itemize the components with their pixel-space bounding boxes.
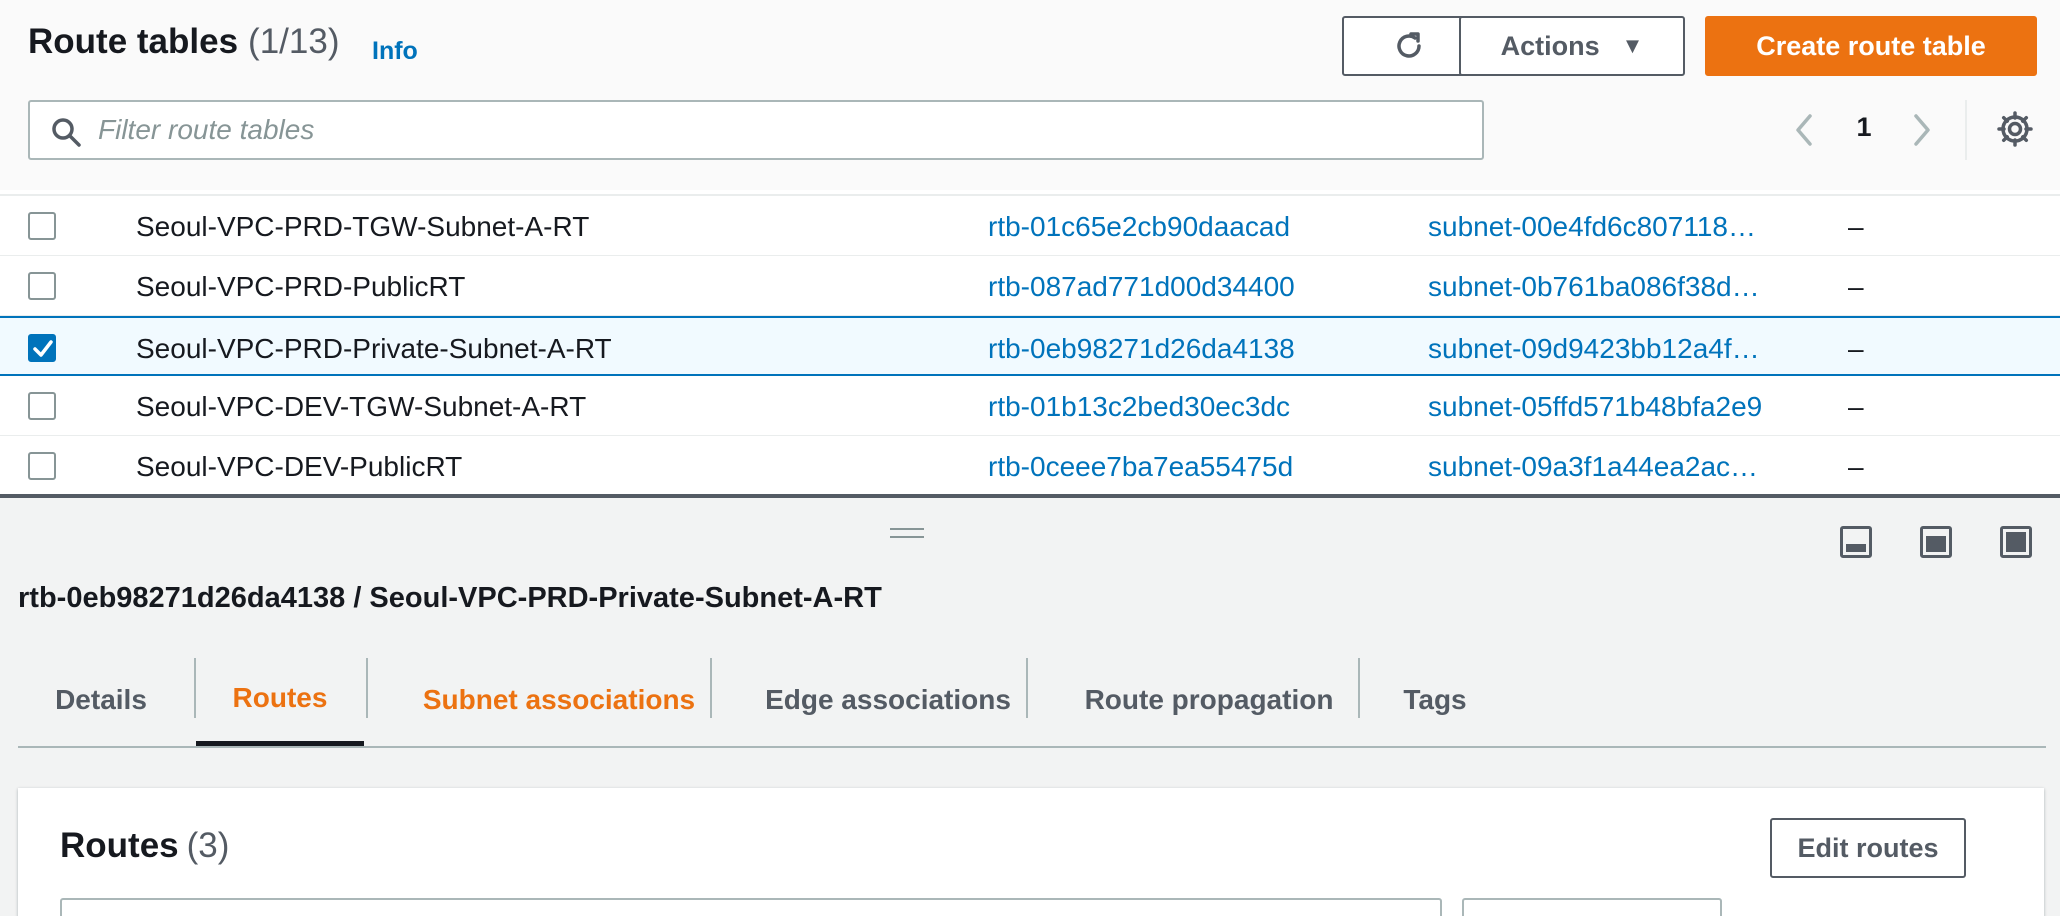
chevron-left-icon[interactable]	[1792, 112, 1816, 148]
route-table-id-link[interactable]: rtb-01b13c2bed30ec3dc	[988, 391, 1290, 423]
edit-routes-button[interactable]: Edit routes	[1770, 818, 1966, 878]
subnet-link[interactable]: subnet-05ffd571b48bfa2e9	[1428, 391, 1768, 423]
routes-count: (3)	[186, 826, 230, 865]
tab-subnet-associations[interactable]: Subnet associations	[386, 654, 732, 746]
tab-details[interactable]: Details	[48, 654, 154, 746]
route-table-name: Seoul-VPC-PRD-PublicRT	[136, 271, 466, 302]
detail-tabs: Details Routes Subnet associations Edge …	[18, 654, 2046, 748]
tab-route-propagation[interactable]: Route propagation	[1058, 654, 1360, 746]
routes-title-text: Routes	[60, 826, 179, 865]
caret-down-icon: ▼	[1621, 33, 1644, 58]
row-checkbox-checked[interactable]	[28, 334, 56, 362]
routes-filter-select[interactable]	[1462, 898, 1722, 916]
split-panel-resize-handle[interactable]	[890, 528, 924, 542]
row-checkbox[interactable]	[28, 452, 56, 480]
row-checkbox[interactable]	[28, 212, 56, 240]
pager-divider	[1965, 100, 1967, 160]
filter-route-tables[interactable]	[28, 100, 1484, 160]
route-tables-pane: Route tables (1/13) Info Actions ▼ Create…	[0, 0, 2060, 498]
table-row-selected[interactable]: Seoul-VPC-PRD-Private-Subnet-A-RT rtb-0e…	[0, 316, 2060, 376]
table-row[interactable]: Seoul-VPC-DEV-PublicRT rtb-0ceee7ba7ea55…	[0, 436, 2060, 496]
route-table-id-link[interactable]: rtb-0eb98271d26da4138	[988, 333, 1295, 365]
route-table-name: Seoul-VPC-DEV-TGW-Subnet-A-RT	[136, 391, 587, 422]
empty-value: –	[1848, 451, 1864, 482]
chevron-right-icon[interactable]	[1910, 112, 1934, 148]
tab-divider	[710, 658, 712, 718]
route-table-name: Seoul-VPC-DEV-PublicRT	[136, 451, 463, 482]
subnet-link[interactable]: subnet-09d9423bb12a4f6e7	[1428, 333, 1768, 365]
row-checkbox[interactable]	[28, 272, 56, 300]
refresh-icon	[1397, 32, 1421, 58]
detail-title: rtb-0eb98271d26da4138 / Seoul-VPC-PRD-Pr…	[18, 582, 882, 614]
table-row[interactable]: Seoul-VPC-DEV-TGW-Subnet-A-RT rtb-01b13c…	[0, 376, 2060, 436]
gear-icon[interactable]	[1996, 110, 2034, 148]
create-route-table-button[interactable]: Create route table	[1705, 16, 2037, 76]
table-row[interactable]: Seoul-VPC-PRD-PublicRT rtb-087ad771d00d3…	[0, 256, 2060, 316]
page-title: Route tables (1/13)	[28, 22, 339, 62]
empty-value: –	[1848, 211, 1864, 242]
current-page[interactable]: 1	[1850, 112, 1878, 143]
routes-title: Routes (3)	[60, 826, 229, 866]
route-table-name: Seoul-VPC-PRD-TGW-Subnet-A-RT	[136, 211, 590, 242]
info-link[interactable]: Info	[372, 37, 418, 66]
row-checkbox[interactable]	[28, 392, 56, 420]
route-table-id-link[interactable]: rtb-087ad771d00d34400	[988, 271, 1295, 303]
route-tables-header: Route tables (1/13) Info Actions ▼ Create…	[0, 0, 2060, 190]
filter-input[interactable]	[98, 110, 1458, 150]
panel-bottom-small-icon[interactable]	[1840, 526, 1872, 558]
page-title-text: Route tables	[28, 22, 239, 61]
empty-value: –	[1848, 333, 1864, 364]
tab-divider	[1026, 658, 1028, 718]
routes-card: Routes (3) Edit routes	[18, 788, 2044, 916]
route-table-name: Seoul-VPC-PRD-Private-Subnet-A-RT	[136, 333, 612, 364]
tab-tags[interactable]: Tags	[1380, 654, 1490, 746]
selection-count: (1/13)	[248, 22, 340, 61]
table-row[interactable]: Seoul-VPC-PRD-TGW-Subnet-A-RT rtb-01c65e…	[0, 196, 2060, 256]
tab-divider	[1358, 658, 1360, 718]
empty-value: –	[1848, 271, 1864, 302]
panel-full-icon[interactable]	[2000, 526, 2032, 558]
actions-dropdown[interactable]: Actions ▼	[1459, 16, 1685, 76]
routes-filter-input[interactable]	[60, 898, 1442, 916]
refresh-button[interactable]	[1342, 16, 1476, 76]
tab-divider	[366, 658, 368, 718]
subnet-link[interactable]: subnet-09a3f1a44ea2ac7b3	[1428, 451, 1768, 483]
tab-routes[interactable]: Routes	[196, 654, 364, 746]
route-tables-table: Seoul-VPC-PRD-TGW-Subnet-A-RT rtb-01c65e…	[0, 194, 2060, 496]
route-table-id-link[interactable]: rtb-0ceee7ba7ea55475d	[988, 451, 1293, 483]
tab-edge-associations[interactable]: Edge associations	[758, 654, 1018, 746]
subnet-link[interactable]: subnet-00e4fd6c8071185a1	[1428, 211, 1768, 243]
check-icon	[33, 340, 53, 357]
actions-label: Actions	[1500, 30, 1600, 61]
route-table-id-link[interactable]: rtb-01c65e2cb90daacad	[988, 211, 1290, 243]
subnet-link[interactable]: subnet-0b761ba086f38d0c2	[1428, 271, 1768, 303]
pane-divider	[0, 494, 2060, 498]
panel-bottom-half-icon[interactable]	[1920, 526, 1952, 558]
search-icon	[52, 118, 81, 147]
empty-value: –	[1848, 391, 1864, 422]
